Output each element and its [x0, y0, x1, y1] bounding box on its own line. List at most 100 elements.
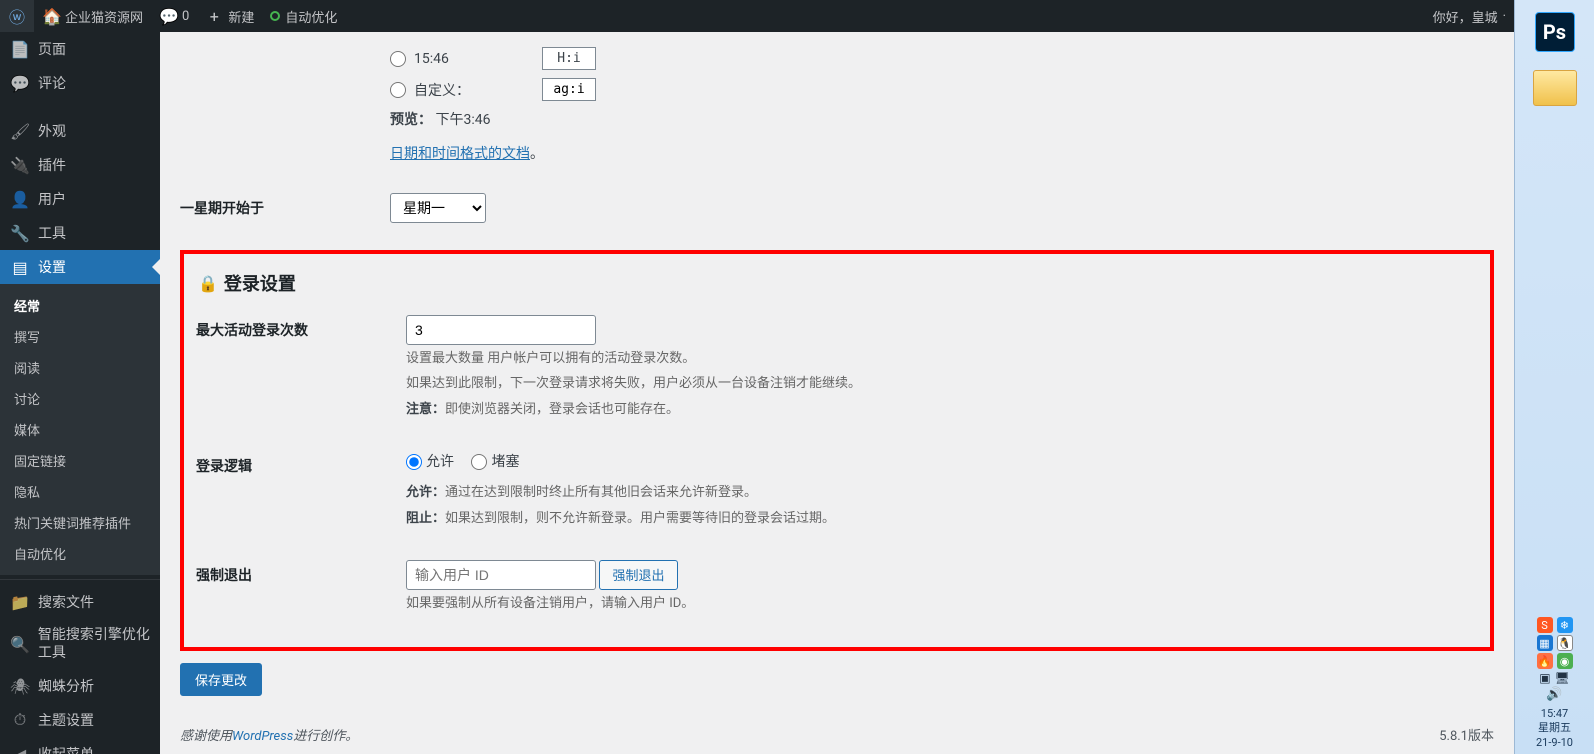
force-logout-input[interactable]: [406, 560, 596, 590]
cloud-tray-icon[interactable]: ▦: [1537, 635, 1553, 651]
login-logic-block-label[interactable]: 堵塞: [471, 454, 519, 470]
comments-count: 0: [182, 9, 189, 24]
max-logins-desc2: 如果达到此限制，下一次登录请求将失败，用户必须从一台设备注销才能继续。: [406, 372, 1468, 395]
weather-tray-icon[interactable]: ❄: [1557, 617, 1573, 633]
time-format-label-1546: 15:46: [414, 51, 534, 67]
monitor-tray-icon[interactable]: 🖥: [1555, 671, 1570, 685]
auto-opt-label: 自动优化: [285, 7, 337, 26]
sidebar-item-spider[interactable]: 🕷蜘蛛分析: [0, 669, 160, 703]
sidebar-item-settings[interactable]: ▤设置: [0, 250, 160, 284]
greeting: 你好，皇城: [1433, 7, 1498, 26]
sound-tray-icon[interactable]: 🔊: [1546, 687, 1562, 702]
sub-item-autoopt[interactable]: 自动优化: [0, 538, 160, 569]
sidebar-item-search-files[interactable]: 📁搜索文件: [0, 585, 160, 619]
sub-item-writing[interactable]: 撰写: [0, 321, 160, 352]
sidebar-item-tools[interactable]: 🔧工具: [0, 216, 160, 250]
admin-bar: ⓦ 🏠企业猫资源网 💬0 +新建 自动优化 你好，皇城 ·: [0, 0, 1514, 32]
circle-icon: [270, 11, 280, 21]
sidebar-item-appearance[interactable]: 🖌外观: [0, 114, 160, 148]
thank-you-text: 感谢使用WordPress进行创作。: [180, 729, 358, 744]
comment-icon: 💬: [159, 7, 177, 26]
sidebar-collapse[interactable]: ◀收起菜单: [0, 737, 160, 754]
slider-icon: ▤: [10, 258, 30, 277]
app-tray-icon[interactable]: 🔥: [1537, 653, 1553, 669]
force-logout-label: 强制退出: [196, 545, 396, 631]
max-logins-note: 即使浏览器关闭，登录会话也可能存在。: [445, 402, 679, 417]
folder-taskbar-icon[interactable]: [1533, 70, 1577, 106]
wordpress-link[interactable]: WordPress: [232, 729, 293, 744]
comments-link[interactable]: 💬0: [151, 0, 197, 32]
collapse-icon: ◀: [10, 745, 30, 754]
sub-item-privacy[interactable]: 隐私: [0, 476, 160, 507]
date-time-doc-link[interactable]: 日期和时间格式的文档: [390, 146, 530, 162]
new-label: 新建: [228, 7, 254, 26]
login-logic-block-radio[interactable]: [471, 454, 487, 470]
auto-optimize-link[interactable]: 自动优化: [262, 0, 345, 32]
home-icon: 🏠: [42, 7, 60, 26]
system-clock[interactable]: 15:47 星期五 21-9-10: [1519, 707, 1590, 750]
sidebar-item-pages[interactable]: 📄页面: [0, 32, 160, 66]
time-format-radio-custom[interactable]: [390, 82, 406, 98]
block-strong: 阻止：: [406, 511, 445, 526]
sub-item-permalinks[interactable]: 固定链接: [0, 445, 160, 476]
allow-desc: 通过在达到限制时终止所有其他旧会话来允许新登录。: [445, 485, 757, 500]
version-text: 5.8.1版本: [1439, 725, 1494, 744]
page-icon: 📄: [10, 40, 30, 59]
login-logic-allow-label[interactable]: 允许: [406, 454, 454, 470]
footer: 感谢使用WordPress进行创作。 5.8.1版本: [180, 725, 1494, 744]
force-logout-button[interactable]: 强制退出: [599, 560, 677, 590]
new-content-link[interactable]: + 新建: [197, 0, 262, 32]
my-account-link[interactable]: 你好，皇城 ·: [1425, 0, 1514, 32]
allow-strong: 允许：: [406, 485, 445, 500]
lock-icon: 🔒: [198, 274, 218, 293]
plus-icon: +: [205, 7, 223, 26]
time-format-custom-input[interactable]: [542, 78, 596, 101]
max-logins-note-strong: 注意：: [406, 402, 445, 417]
photoshop-icon[interactable]: Ps: [1535, 12, 1575, 52]
device-tray-icon[interactable]: ▣: [1539, 671, 1550, 685]
sidebar-item-plugins[interactable]: 🔌插件: [0, 148, 160, 182]
nvidia-tray-icon[interactable]: ◉: [1557, 653, 1573, 669]
sub-item-discussion[interactable]: 讨论: [0, 383, 160, 414]
site-name: 企业猫资源网: [65, 7, 143, 26]
brush-icon: 🖌: [10, 122, 30, 141]
wordpress-icon: ⓦ: [8, 4, 26, 28]
save-button[interactable]: 保存更改: [180, 663, 262, 696]
spider-icon: 🕷: [10, 677, 30, 696]
max-logins-label: 最大活动登录次数: [196, 300, 396, 436]
login-logic-allow-radio[interactable]: [406, 454, 422, 470]
week-start-label: 一星期开始于: [180, 178, 380, 238]
time-format-label-custom: 自定义：: [414, 80, 534, 100]
sogou-tray-icon[interactable]: S: [1537, 617, 1553, 633]
login-settings-section: 🔒 登录设置 最大活动登录次数 设置最大数量 用户帐户可以拥有的活动登录次数。 …: [180, 250, 1494, 651]
time-format-code-hi: H:i: [542, 47, 596, 70]
sidebar-item-comments[interactable]: 💬评论: [0, 66, 160, 100]
plug-icon: 🔌: [10, 156, 30, 175]
admin-sidebar: 📄页面 💬评论 🖌外观 🔌插件 👤用户 🔧工具 ▤设置 经常 撰写 阅读 讨论 …: [0, 32, 160, 754]
sub-item-media[interactable]: 媒体: [0, 414, 160, 445]
preview-label: 预览：: [390, 112, 432, 128]
wp-logo[interactable]: ⓦ: [0, 0, 34, 32]
settings-submenu: 经常 撰写 阅读 讨论 媒体 固定链接 隐私 热门关键词推荐插件 自动优化: [0, 284, 160, 575]
os-taskbar: Ps S ❄ ▦ 🐧 🔥 ◉ ▣ 🖥 🔊: [1514, 0, 1594, 754]
week-start-select[interactable]: 星期一: [390, 193, 486, 223]
max-logins-desc1: 设置最大数量 用户帐户可以拥有的活动登录次数。: [406, 347, 1468, 370]
block-desc: 如果达到限制，则不允许新登录。用户需要等待旧的登录会话过期。: [445, 511, 835, 526]
sidebar-item-theme-settings[interactable]: ⏱主题设置: [0, 703, 160, 737]
qq-tray-icon[interactable]: 🐧: [1557, 635, 1573, 651]
folder-icon: 📁: [10, 593, 30, 612]
login-logic-label: 登录逻辑: [196, 436, 396, 545]
gauge-icon: ⏱: [10, 710, 30, 730]
sub-item-keywords[interactable]: 热门关键词推荐插件: [0, 507, 160, 538]
user-icon: 👤: [10, 190, 30, 209]
preview-value: 下午3:46: [435, 112, 490, 128]
site-name-link[interactable]: 🏠 企业猫资源网: [34, 0, 151, 32]
time-format-radio-1546[interactable]: [390, 51, 406, 67]
sidebar-item-users[interactable]: 👤用户: [0, 182, 160, 216]
sub-item-reading[interactable]: 阅读: [0, 352, 160, 383]
max-logins-input[interactable]: [406, 315, 596, 345]
sub-item-general[interactable]: 经常: [0, 290, 160, 321]
content-area: 15:46 H:i 自定义： 预览： 下午3:46: [160, 32, 1514, 754]
force-logout-desc: 如果要强制从所有设备注销用户，请输入用户 ID。: [406, 592, 1468, 615]
sidebar-item-seo[interactable]: 🔍智能搜索引擎优化工具: [0, 619, 160, 669]
